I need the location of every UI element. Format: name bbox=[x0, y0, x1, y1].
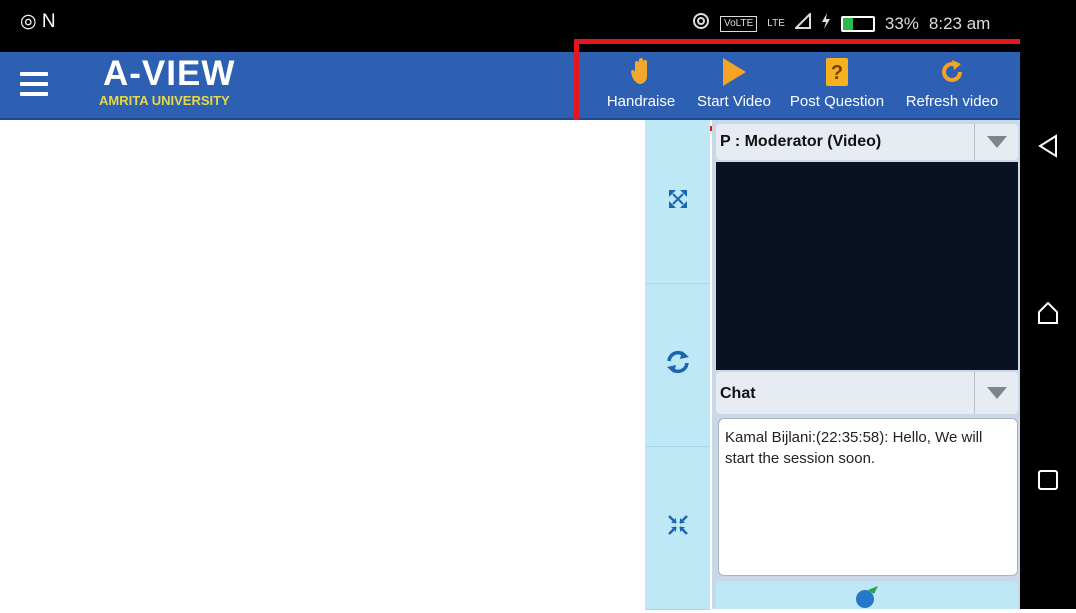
expand-button[interactable] bbox=[645, 120, 710, 284]
recents-button[interactable] bbox=[1020, 454, 1076, 510]
app-bar: A-VIEW AMRITA UNIVERSITY Handraise Start… bbox=[0, 52, 1020, 120]
battery-level bbox=[842, 17, 853, 30]
status-bar: ◎ N VoLTE LTE 33% 8:23 am bbox=[0, 0, 1020, 52]
home-button[interactable] bbox=[1020, 287, 1076, 343]
chat-messages[interactable]: Kamal Bijlani:(22:35:58): Hello, We will… bbox=[718, 418, 1018, 576]
dropdown-arrow-icon bbox=[974, 372, 1019, 414]
start-video-label: Start Video bbox=[697, 93, 771, 110]
app-title: A-VIEW bbox=[103, 54, 236, 93]
charging-icon bbox=[821, 13, 831, 34]
status-right-group: VoLTE LTE 33% 8:23 am bbox=[692, 11, 991, 35]
control-column bbox=[645, 120, 710, 610]
home-icon bbox=[1036, 301, 1060, 330]
video-area bbox=[716, 162, 1018, 370]
battery-icon bbox=[840, 15, 875, 32]
app-subtitle: AMRITA UNIVERSITY bbox=[99, 93, 230, 108]
play-icon bbox=[721, 56, 747, 88]
collapse-icon bbox=[666, 513, 690, 542]
system-nav-bar bbox=[1020, 0, 1076, 609]
chat-dropdown[interactable]: Chat bbox=[716, 372, 1018, 414]
whiteboard-area bbox=[0, 120, 645, 609]
menu-icon[interactable] bbox=[20, 72, 48, 96]
hand-raise-icon bbox=[630, 56, 652, 88]
network-label: LTE bbox=[767, 18, 785, 29]
collapse-button[interactable] bbox=[645, 446, 710, 610]
refresh-video-label: Refresh video bbox=[905, 93, 999, 110]
swap-icon bbox=[665, 349, 691, 380]
signal-icon bbox=[793, 11, 811, 34]
swap-button[interactable] bbox=[645, 283, 710, 447]
handraise-label: Handraise bbox=[606, 93, 676, 110]
status-left-text: ◎ N bbox=[20, 11, 56, 32]
recents-icon bbox=[1037, 469, 1059, 496]
video-source-dropdown[interactable]: P : Moderator (Video) bbox=[716, 124, 1018, 160]
dropdown-arrow-icon bbox=[974, 124, 1019, 160]
start-video-button[interactable]: Start Video bbox=[688, 52, 780, 116]
clock: 8:23 am bbox=[928, 13, 991, 33]
back-icon bbox=[1037, 133, 1059, 163]
video-source-selected: P : Moderator (Video) bbox=[720, 133, 882, 150]
question-icon: ? bbox=[825, 56, 849, 88]
battery-percent: 33% bbox=[884, 13, 919, 33]
refresh-video-button[interactable]: Refresh video bbox=[896, 52, 1008, 116]
volte-icon: VoLTE bbox=[720, 15, 758, 32]
post-question-label: Post Question bbox=[789, 93, 885, 110]
hotspot-icon bbox=[692, 12, 710, 35]
post-question-button[interactable]: ? Post Question bbox=[782, 52, 892, 116]
send-button[interactable] bbox=[716, 581, 1018, 609]
expand-icon bbox=[666, 187, 690, 216]
chat-message: Kamal Bijlani:(22:35:58): Hello, We will… bbox=[725, 429, 983, 467]
handraise-button[interactable]: Handraise bbox=[599, 52, 683, 116]
back-button[interactable] bbox=[1020, 120, 1076, 176]
svg-text:?: ? bbox=[831, 62, 843, 84]
refresh-icon bbox=[939, 56, 965, 88]
chat-dropdown-selected: Chat bbox=[720, 385, 756, 402]
